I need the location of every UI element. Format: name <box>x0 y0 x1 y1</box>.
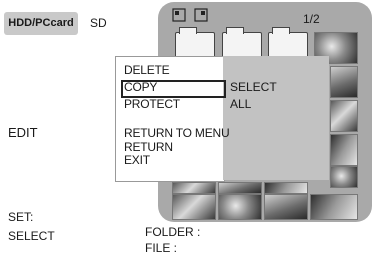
file-info: FILE : <box>145 241 178 255</box>
submenu-item-all[interactable]: ALL <box>230 98 251 111</box>
photo-thumbnail[interactable] <box>310 194 358 220</box>
card-icon <box>194 8 208 25</box>
menu-item-delete[interactable]: DELETE <box>124 64 170 77</box>
photo-thumbnail[interactable] <box>218 182 262 194</box>
photo-thumbnail[interactable] <box>172 182 216 194</box>
folder-info: FOLDER : <box>145 225 201 239</box>
photo-thumbnail[interactable] <box>330 100 358 132</box>
menu-item-exit[interactable]: EXIT <box>124 154 150 167</box>
menu-item-copy[interactable]: COPY <box>124 81 157 94</box>
page-indicator: 1/2 <box>303 12 320 26</box>
set-label: SET: <box>8 210 34 224</box>
photo-thumbnail[interactable] <box>264 194 308 220</box>
photo-thumbnail[interactable] <box>330 166 358 188</box>
card-icon <box>172 8 186 25</box>
mode-label: EDIT <box>8 125 38 140</box>
menu-item-return-to-menu[interactable]: RETURN TO MENU <box>124 127 230 140</box>
menu-item-protect[interactable]: PROTECT <box>124 98 180 111</box>
photo-thumbnail[interactable] <box>330 134 358 166</box>
photo-thumbnail[interactable] <box>218 194 262 220</box>
copy-submenu <box>223 56 329 180</box>
select-hint: SELECT <box>8 229 55 243</box>
tab-sd[interactable]: SD <box>90 12 124 35</box>
photo-thumbnail[interactable] <box>172 194 216 220</box>
photo-thumbnail[interactable] <box>264 182 308 194</box>
photo-thumbnail[interactable] <box>330 66 358 98</box>
submenu-item-select[interactable]: SELECT <box>230 81 277 94</box>
tab-hdd-pccard[interactable]: HDD/PCcard <box>4 12 78 35</box>
